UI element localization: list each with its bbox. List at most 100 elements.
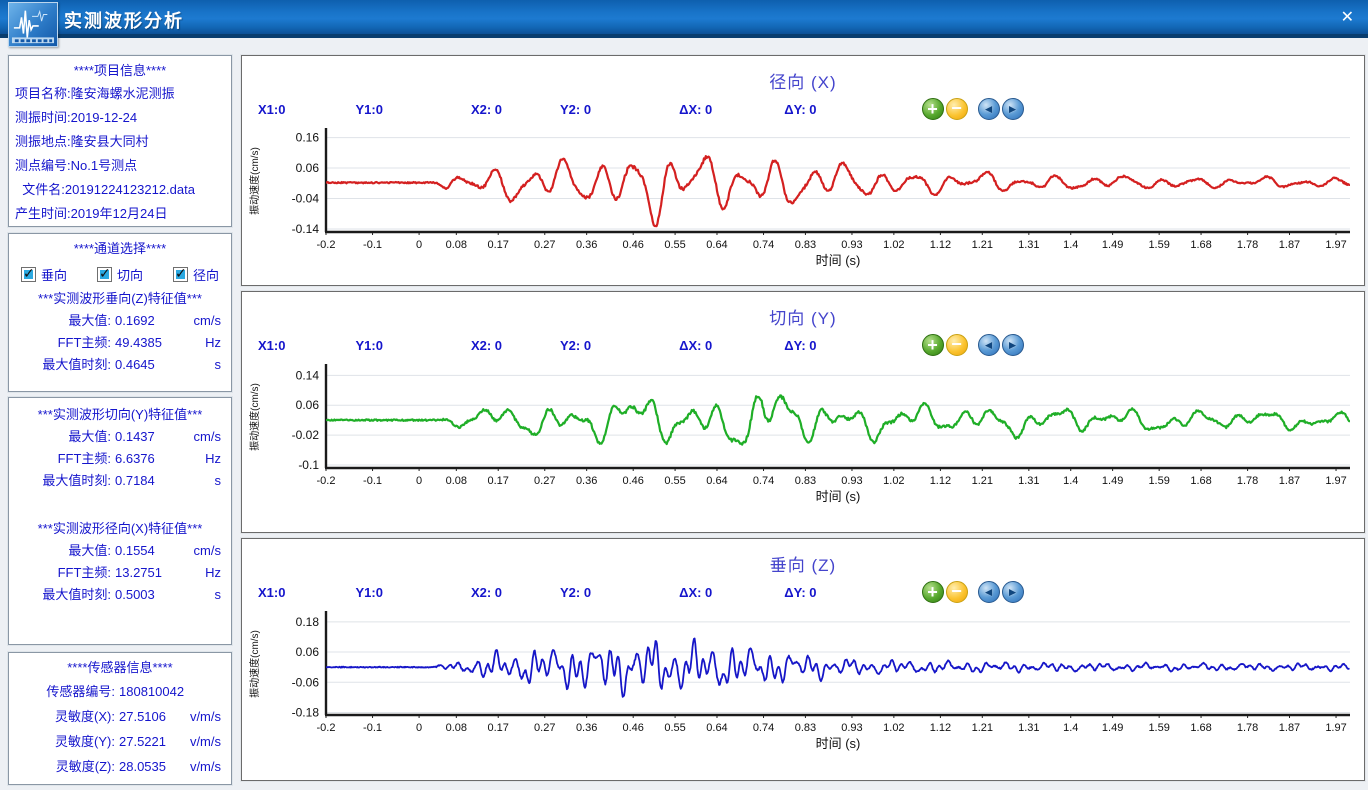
feature-row-fu: Hz bbox=[205, 332, 225, 354]
sensor-row-fu: v/m/s bbox=[190, 754, 225, 779]
x-tick-label: 0.93 bbox=[841, 722, 862, 734]
feature-row-fv: 49.4385 bbox=[115, 332, 162, 354]
x-tick-label: 1.31 bbox=[1018, 475, 1039, 487]
feature-row-fu: cm/s bbox=[194, 426, 225, 448]
feature-row-fv: 0.5003 bbox=[115, 584, 155, 606]
channel-checkbox-radial[interactable]: 径向 bbox=[173, 262, 219, 286]
x-tick-label: 1.31 bbox=[1018, 239, 1039, 251]
sensor-info-title: ****传感器信息**** bbox=[15, 657, 225, 679]
zoom-in-button[interactable] bbox=[922, 334, 944, 356]
cursor-readout: ΔX: 0 bbox=[679, 585, 712, 600]
zoom-out-button[interactable] bbox=[946, 581, 968, 603]
sensor-row: 灵敏度(Z):28.0535v/m/s bbox=[15, 754, 225, 779]
x-tick-label: 1.97 bbox=[1325, 475, 1346, 487]
chart-title-vertical-z: 垂向 (Z) bbox=[242, 551, 1364, 575]
pan-left-button[interactable] bbox=[978, 98, 1000, 120]
x-tick-label: 1.68 bbox=[1190, 475, 1211, 487]
x-tick-label: 0.83 bbox=[795, 239, 816, 251]
x-tick-label: 1.97 bbox=[1325, 239, 1346, 251]
chart-title-tangential-y: 切向 (Y) bbox=[242, 304, 1364, 328]
cursor-readout: ΔY: 0 bbox=[784, 338, 816, 353]
y-tick-label: -0.1 bbox=[298, 458, 319, 472]
app-logo-waveform-icon bbox=[8, 2, 58, 47]
x-tick-label: 0.08 bbox=[446, 239, 467, 251]
x-tick-label: 0.08 bbox=[446, 722, 467, 734]
sensor-row-fl: 灵敏度(Y): bbox=[15, 729, 115, 754]
x-tick-label: 1.02 bbox=[883, 722, 904, 734]
channel-checkbox-tangential[interactable]: 切向 bbox=[97, 262, 143, 286]
x-tick-label: 0.46 bbox=[622, 722, 643, 734]
x-tick-label: 0 bbox=[416, 722, 422, 734]
feature-values-box: ***实测波形切向(Y)特征值***最大值:0.1437cm/sFFT主频:6.… bbox=[8, 397, 232, 645]
chart-toolbar bbox=[922, 98, 1024, 120]
x-tick-label: 1.12 bbox=[930, 239, 951, 251]
zoom-out-button[interactable] bbox=[946, 98, 968, 120]
y-axis-label: 振动速度(cm/s) bbox=[248, 383, 261, 451]
pan-right-button[interactable] bbox=[1002, 334, 1024, 356]
x-tick-label: 1.4 bbox=[1063, 475, 1078, 487]
x-tick-label: 1.12 bbox=[930, 475, 951, 487]
pan-right-button[interactable] bbox=[1002, 98, 1024, 120]
pan-left-button[interactable] bbox=[978, 581, 1000, 603]
sensor-row: 灵敏度(X):27.5106 v/m/s bbox=[15, 704, 225, 729]
pan-right-button[interactable] bbox=[1002, 581, 1024, 603]
x-axis-label: 时间 (s) bbox=[816, 736, 861, 751]
feature-section-tangential-y: ***实测波形切向(Y)特征值***最大值:0.1437cm/sFFT主频:6.… bbox=[15, 404, 225, 492]
zoom-in-button[interactable] bbox=[922, 98, 944, 120]
zoom-out-button[interactable] bbox=[946, 334, 968, 356]
x-tick-label: -0.1 bbox=[363, 475, 382, 487]
channel-select-box: ****通道选择**** 垂向切向径向 ***实测波形垂向(Z)特征值***最大… bbox=[8, 233, 232, 392]
chart-plot[interactable]: 0.140.06-0.02-0.1-0.2-0.100.080.170.270.… bbox=[242, 358, 1364, 508]
pan-left-button[interactable] bbox=[978, 334, 1000, 356]
y-tick-label: -0.18 bbox=[292, 705, 320, 719]
feature-row-fl: 最大值时刻: bbox=[15, 470, 111, 492]
cursor-readout: Y1:0 bbox=[355, 585, 382, 600]
cursor-readout: ΔX: 0 bbox=[679, 338, 712, 353]
cursor-readout-row: X1:0Y1:0X2: 0Y2: 0ΔX: 0ΔY: 0 bbox=[242, 579, 1364, 605]
checkbox-icon[interactable] bbox=[173, 267, 188, 282]
x-tick-label: 1.49 bbox=[1102, 722, 1123, 734]
cursor-readout: Y1:0 bbox=[355, 338, 382, 353]
feature-row-fv: 0.7184 bbox=[115, 470, 155, 492]
x-tick-label: -0.2 bbox=[317, 239, 336, 251]
x-tick-label: 1.49 bbox=[1102, 475, 1123, 487]
feature-row-fl: 最大值: bbox=[15, 426, 111, 448]
feature-row: 最大值时刻:0.5003s bbox=[15, 584, 225, 606]
x-tick-label: 0.46 bbox=[622, 239, 643, 251]
x-tick-label: 0.17 bbox=[488, 475, 509, 487]
zoom-in-button[interactable] bbox=[922, 581, 944, 603]
x-tick-label: 1.87 bbox=[1279, 475, 1300, 487]
chart-title-radial-x: 径向 (X) bbox=[242, 68, 1364, 92]
feature-row-fl: FFT主频: bbox=[15, 332, 111, 354]
project-info-line: 文件名:20191224123212.data bbox=[15, 178, 225, 202]
x-tick-label: 1.78 bbox=[1237, 722, 1258, 734]
close-icon[interactable]: ✕ bbox=[1341, 8, 1354, 28]
chart-plot[interactable]: 0.160.06-0.04-0.14-0.2-0.100.080.170.270… bbox=[242, 122, 1364, 272]
x-tick-label: 0.36 bbox=[576, 475, 597, 487]
y-tick-label: -0.14 bbox=[292, 222, 320, 236]
sensor-info-box: ****传感器信息**** 传感器编号:180810042灵敏度(X):27.5… bbox=[8, 652, 232, 785]
chart-plot[interactable]: 0.180.06-0.06-0.18-0.2-0.100.080.170.270… bbox=[242, 605, 1364, 755]
waveform-tangential-y bbox=[326, 395, 1350, 444]
titlebar: 实测波形分析 ✕ bbox=[0, 0, 1368, 38]
x-axis-label: 时间 (s) bbox=[816, 489, 861, 504]
sensor-row-fv: 27.5106 bbox=[119, 704, 166, 729]
project-info-lines: 项目名称:隆安海螺水泥测振测振时间:2019-12-24测振地点:隆安县大同村测… bbox=[15, 82, 225, 226]
x-tick-label: 1.68 bbox=[1190, 722, 1211, 734]
sensor-row-fl: 灵敏度(X): bbox=[15, 704, 115, 729]
y-tick-label: 0.18 bbox=[296, 615, 320, 629]
x-tick-label: 1.49 bbox=[1102, 239, 1123, 251]
chart-panel-vertical-z: 垂向 (Z) X1:0Y1:0X2: 0Y2: 0ΔX: 0ΔY: 0 0.18… bbox=[241, 538, 1365, 781]
sensor-row: 传感器编号:180810042 bbox=[15, 679, 225, 704]
checkbox-icon[interactable] bbox=[97, 267, 112, 282]
sensor-row-fv: 27.5221 bbox=[119, 729, 166, 754]
checkbox-icon[interactable] bbox=[21, 267, 36, 282]
x-tick-label: 1.02 bbox=[883, 475, 904, 487]
channel-checkbox-vertical[interactable]: 垂向 bbox=[21, 262, 67, 286]
y-tick-label: 0.06 bbox=[296, 645, 320, 659]
feature-row-fu: s bbox=[215, 354, 226, 376]
feature-row-fv: 0.1692 bbox=[115, 310, 155, 332]
sensor-row-fu: v/m/s bbox=[190, 704, 225, 729]
x-tick-label: 0.55 bbox=[664, 722, 685, 734]
feature-row-fu: s bbox=[215, 584, 226, 606]
